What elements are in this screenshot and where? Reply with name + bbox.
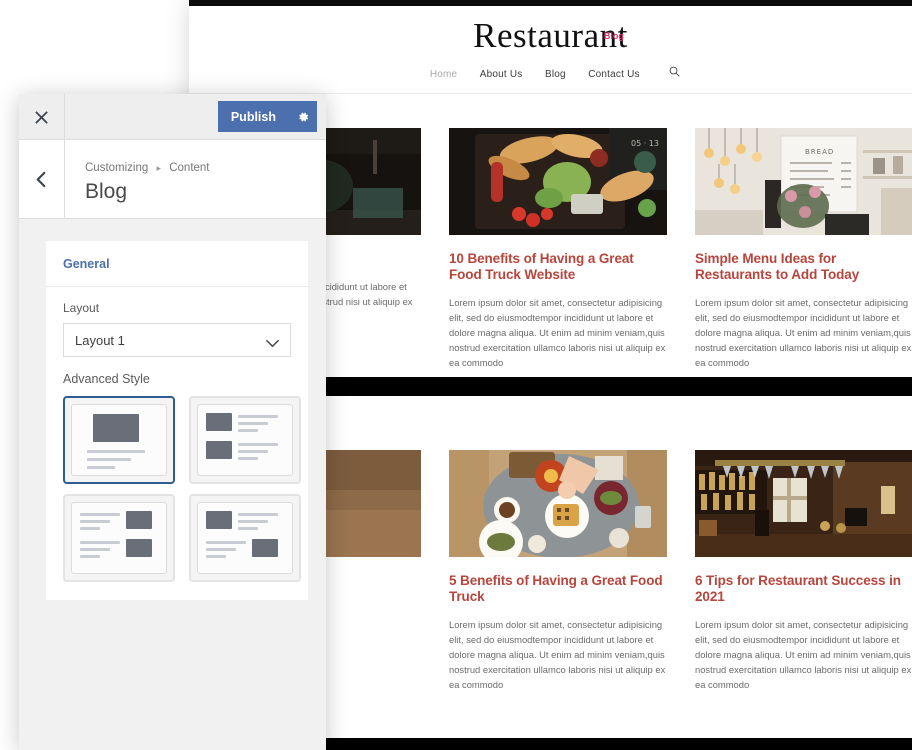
wordpress-customizer-panel: Publish Customizing ▸ Content Blog Gener… [19, 94, 326, 750]
breadcrumb-separator-icon: ▸ [156, 163, 162, 173]
customizer-header: Customizing ▸ Content Blog [19, 140, 326, 219]
nav-item-about-us[interactable]: About Us [480, 69, 523, 80]
svg-text:BREAD: BREAD [805, 148, 834, 156]
publish-button[interactable]: Publish [217, 101, 289, 132]
blog-card[interactable]: 5 Benefits of Having a Great Food Truck … [449, 450, 667, 692]
blog-card[interactable]: 05 · 13 10 Benefits of Having a Great Fo… [449, 128, 667, 370]
advanced-style-option-1[interactable] [63, 396, 175, 484]
general-section-title: General [46, 241, 308, 287]
nav-item-home[interactable]: Home [430, 69, 457, 80]
page-title: Blog [85, 180, 128, 203]
blog-card-image [449, 450, 667, 557]
blog-card-excerpt: Lorem ipsum dolor sit amet, consectetur … [449, 619, 666, 690]
brand-badge: Blog [603, 31, 624, 41]
style-preview-alternating [197, 502, 293, 574]
blog-card-title[interactable]: 10 Benefits of Having a Great Food Truck… [449, 251, 667, 283]
blog-card-image [695, 450, 912, 557]
layout-select-value: Layout 1 [75, 332, 125, 348]
blog-card-title[interactable]: Simple Menu Ideas for Restaurants to Add… [695, 251, 912, 283]
style-preview-image-top [71, 404, 167, 476]
gear-icon[interactable] [289, 101, 317, 132]
blog-card-excerpt: Lorem ipsum dolor sit amet, consectetur … [449, 297, 666, 368]
blog-card-image: 05 · 13 [449, 128, 667, 235]
advanced-style-options [63, 396, 301, 600]
chevron-down-icon [266, 336, 279, 351]
screenshot-root: Restaurant Blog Home About Us Blog Conta… [0, 0, 912, 750]
nav-item-blog[interactable]: Blog [545, 69, 566, 80]
blog-card[interactable]: BREAD Simple Menu Ideas for Restaurants … [695, 128, 912, 370]
advanced-style-label: Advanced Style [63, 372, 150, 386]
breadcrumb-current[interactable]: Content [169, 162, 209, 174]
general-section: General Layout Layout 1 Advanced Style [46, 241, 308, 600]
site-logo-text: Restaurant Blog [473, 14, 628, 58]
blog-card-excerpt: Lorem ipsum dolor sit amet, consectetur … [695, 619, 912, 690]
site-branding: Restaurant Blog [189, 14, 912, 60]
advanced-style-option-4[interactable] [189, 494, 301, 582]
advanced-style-field: Advanced Style [46, 357, 308, 600]
advanced-style-option-3[interactable] [63, 494, 175, 582]
blog-card-title[interactable]: 6 Tips for Restaurant Success in 2021 [695, 573, 912, 605]
advanced-style-option-2[interactable] [189, 396, 301, 484]
close-icon[interactable] [19, 94, 65, 140]
customizer-toolbar: Publish [19, 94, 326, 140]
blog-card[interactable]: 6 Tips for Restaurant Success in 2021 Lo… [695, 450, 912, 692]
breadcrumb-root[interactable]: Customizing [85, 162, 148, 174]
breadcrumb: Customizing ▸ Content [85, 162, 210, 174]
layout-select[interactable]: Layout 1 [63, 323, 291, 357]
blog-card-image: BREAD [695, 128, 912, 235]
chevron-left-icon[interactable] [19, 140, 65, 219]
style-preview-image-left [197, 404, 293, 476]
primary-navigation: Home About Us Blog Contact Us [189, 64, 912, 82]
layout-field: Layout Layout 1 [46, 287, 308, 357]
nav-item-contact-us[interactable]: Contact Us [588, 69, 639, 80]
search-icon[interactable] [669, 64, 680, 82]
style-preview-image-right [71, 502, 167, 574]
site-header: Restaurant Blog Home About Us Blog Conta… [189, 6, 912, 94]
layout-label: Layout [63, 301, 100, 315]
svg-text:05 · 13: 05 · 13 [631, 139, 659, 148]
blog-card-title[interactable]: 5 Benefits of Having a Great Food Truck [449, 573, 667, 605]
blog-card-excerpt: Lorem ipsum dolor sit amet, consectetur … [695, 297, 912, 368]
